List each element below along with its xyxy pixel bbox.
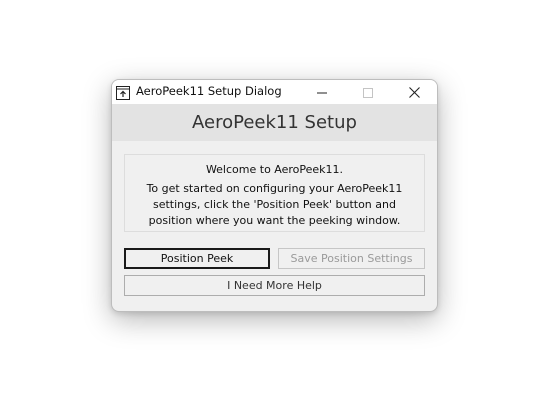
close-button[interactable]	[391, 80, 437, 104]
welcome-instructions: To get started on configuring your AeroP…	[125, 181, 424, 229]
header-band: AeroPeek11 Setup	[112, 104, 437, 141]
minimize-icon	[317, 83, 327, 102]
page-title: AeroPeek11 Setup	[192, 112, 357, 133]
close-icon	[408, 83, 420, 102]
position-peek-button[interactable]: Position Peek	[124, 248, 270, 269]
setup-dialog-window: AeroPeek11 Setup Dialog AeroPeek11 Setup…	[111, 79, 438, 312]
title-bar[interactable]: AeroPeek11 Setup Dialog	[112, 80, 437, 104]
maximize-button	[345, 80, 391, 104]
maximize-icon	[363, 83, 373, 102]
welcome-line-1: To get started on configuring your AeroP…	[146, 182, 403, 195]
minimize-button[interactable]	[299, 80, 345, 104]
app-window-icon	[116, 85, 130, 100]
need-more-help-button[interactable]: I Need More Help	[124, 275, 425, 296]
desktop-background: AeroPeek11 Setup Dialog AeroPeek11 Setup…	[0, 0, 540, 405]
welcome-heading: Welcome to AeroPeek11.	[205, 163, 344, 176]
welcome-panel: Welcome to AeroPeek11. To get started on…	[124, 154, 425, 232]
welcome-line-3: position where you want the peeking wind…	[148, 214, 401, 227]
save-position-settings-button: Save Position Settings	[278, 248, 425, 269]
welcome-line-2: settings, click the 'Position Peek' butt…	[153, 198, 396, 211]
window-title: AeroPeek11 Setup Dialog	[136, 84, 282, 98]
